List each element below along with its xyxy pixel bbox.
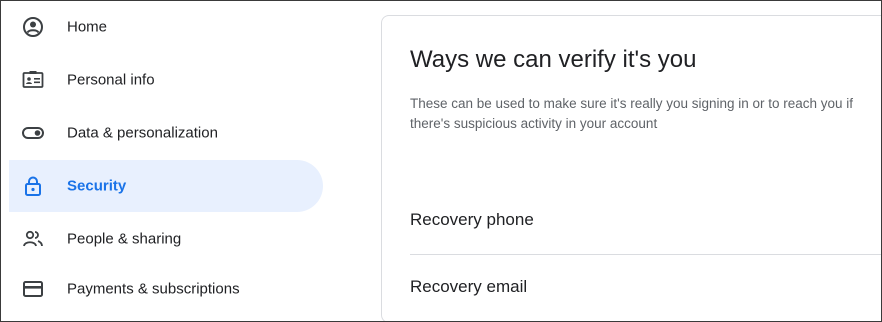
id-card-icon: [21, 68, 45, 92]
verify-identity-card: Ways we can verify it's you These can be…: [381, 15, 881, 321]
people-icon: [21, 227, 45, 251]
lock-icon: [21, 174, 45, 198]
card-description: These can be used to make sure it's real…: [410, 96, 854, 131]
sidebar-nav: Home Personal info Data & personalizatio…: [1, 1, 361, 321]
row-divider: [410, 254, 881, 255]
card-title: Ways we can verify it's you: [410, 46, 697, 73]
sidebar-item-label: Data & personalization: [67, 124, 218, 142]
sidebar-item-personal-info[interactable]: Personal info: [9, 54, 323, 106]
sidebar-item-people-sharing[interactable]: People & sharing: [9, 213, 323, 265]
sidebar-item-label: Security: [67, 177, 127, 195]
sidebar-item-label: Payments & subscriptions: [67, 280, 240, 298]
sidebar-item-label: People & sharing: [67, 230, 182, 248]
sidebar-item-payments[interactable]: Payments & subscriptions: [9, 263, 323, 315]
recovery-email-row[interactable]: Recovery email: [410, 277, 881, 297]
credit-card-icon: [21, 277, 45, 301]
sidebar-item-home[interactable]: Home: [9, 1, 323, 53]
sidebar-item-label: Personal info: [67, 71, 155, 89]
sidebar-item-security[interactable]: Security: [9, 160, 323, 212]
sidebar-item-label: Home: [67, 18, 108, 36]
app-window: Home Personal info Data & personalizatio…: [0, 0, 882, 322]
sidebar-item-data-personalization[interactable]: Data & personalization: [9, 107, 323, 159]
toggle-icon: [21, 121, 45, 145]
recovery-phone-row[interactable]: Recovery phone: [410, 210, 881, 230]
account-circle-icon: [21, 15, 45, 39]
